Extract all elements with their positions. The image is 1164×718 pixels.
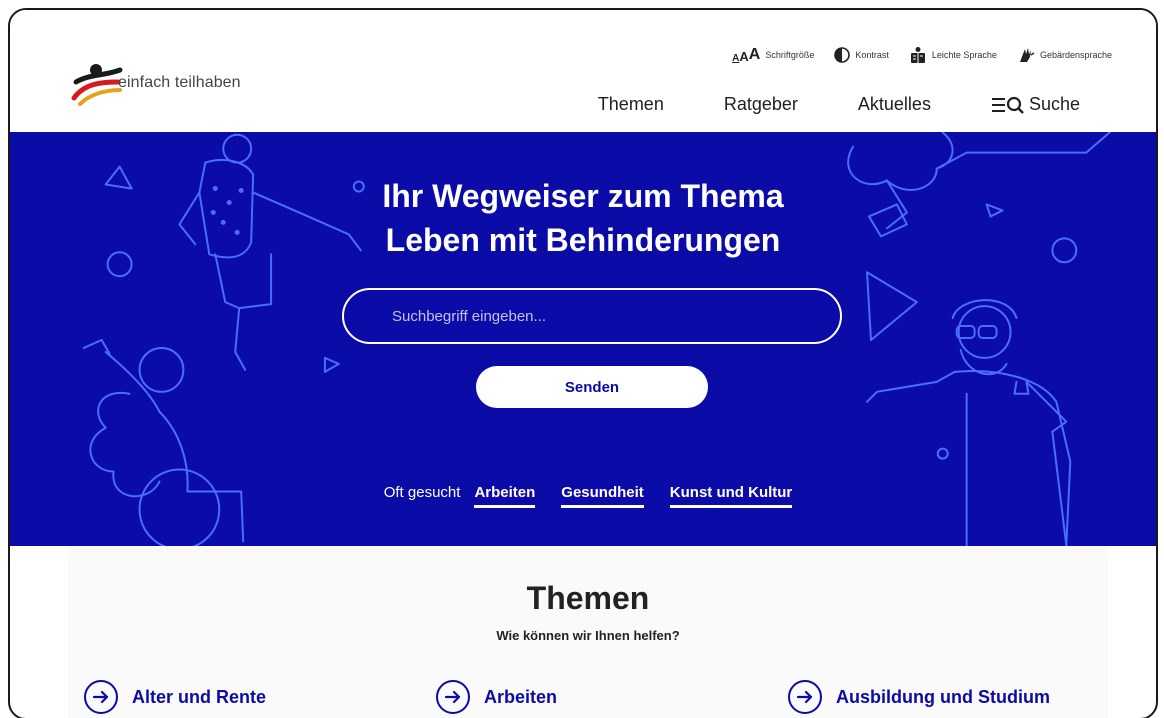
- hero-title: Ihr Wegweiser zum Thema Leben mit Behind…: [382, 178, 784, 258]
- topics-section: Themen Wie können wir Ihnen helfen? Alte…: [68, 546, 1108, 718]
- easy-language-control[interactable]: Leichte Sprache: [909, 46, 997, 64]
- arrow-right-circle-icon: [788, 680, 822, 714]
- topic-link-education-study[interactable]: Ausbildung und Studium: [788, 680, 1050, 714]
- contrast-icon: [834, 47, 851, 63]
- popular-link-health[interactable]: Gesundheit: [561, 484, 644, 508]
- topic-label: Arbeiten: [484, 686, 558, 707]
- topic-link-work[interactable]: Arbeiten: [436, 680, 557, 714]
- sign-language-label: Gebärdensprache: [1039, 50, 1112, 60]
- menu-search-icon: [991, 96, 1024, 114]
- triangle-shape: [323, 356, 340, 373]
- nav-search-label: Suche: [1028, 94, 1080, 114]
- topic-label: Alter und Rente: [132, 686, 267, 707]
- topic-link-age-pension[interactable]: Alter und Rente: [84, 680, 266, 714]
- popular-searches-label: Oft gesucht: [383, 484, 461, 501]
- sign-language-control[interactable]: Gebärdensprache: [1017, 46, 1112, 64]
- easy-language-icon: [910, 47, 925, 63]
- contrast-label: Kontrast: [855, 50, 889, 60]
- topics-subheading: Wie können wir Ihnen helfen?: [496, 628, 680, 643]
- sign-language-hands-icon: [1019, 48, 1035, 62]
- popular-searches: Oft gesucht Arbeiten Gesundheit Kunst un…: [10, 484, 1156, 508]
- nav-search[interactable]: Suche: [991, 94, 1080, 115]
- easy-language-label: Leichte Sprache: [931, 50, 997, 60]
- arrow-right-circle-icon: [84, 680, 118, 714]
- popular-link-work[interactable]: Arbeiten: [474, 484, 536, 508]
- browser-frame: einfach teilhaben AAA Schriftgröße Kontr…: [8, 8, 1158, 718]
- accessibility-toolbar: AAA Schriftgröße Kontrast Leichte Sprach…: [732, 46, 1112, 64]
- site-logo[interactable]: einfach teilhaben: [70, 60, 260, 116]
- arrow-right-circle-icon: [436, 680, 470, 714]
- nav-news[interactable]: Aktuelles: [858, 94, 931, 115]
- hero-banner: Ihr Wegweiser zum Thema Leben mit Behind…: [10, 132, 1156, 546]
- triangle-shape: [866, 271, 918, 341]
- site-header: einfach teilhaben AAA Schriftgröße Kontr…: [10, 10, 1156, 134]
- submit-search-button[interactable]: Senden: [476, 366, 708, 408]
- topic-label: Ausbildung und Studium: [836, 686, 1050, 707]
- main-navigation: Themen Ratgeber Aktuelles Suche: [598, 94, 1080, 115]
- older-man-with-cane-illustration: [866, 299, 1072, 546]
- popular-link-art-culture[interactable]: Kunst und Kultur: [669, 484, 793, 508]
- search-input[interactable]: [342, 288, 842, 344]
- waving-person-illustration: [82, 339, 245, 546]
- font-size-label: Schriftgröße: [765, 50, 815, 60]
- font-size-control[interactable]: AAA Schriftgröße: [732, 46, 814, 64]
- logo-text: einfach teilhaben: [118, 74, 241, 91]
- nav-guide[interactable]: Ratgeber: [724, 94, 798, 115]
- font-size-icon: AAA: [732, 46, 761, 64]
- contrast-control[interactable]: Kontrast: [834, 47, 889, 63]
- topics-heading: Themen: [526, 580, 650, 616]
- circle-shape: [936, 447, 949, 460]
- nav-themes[interactable]: Themen: [598, 94, 664, 115]
